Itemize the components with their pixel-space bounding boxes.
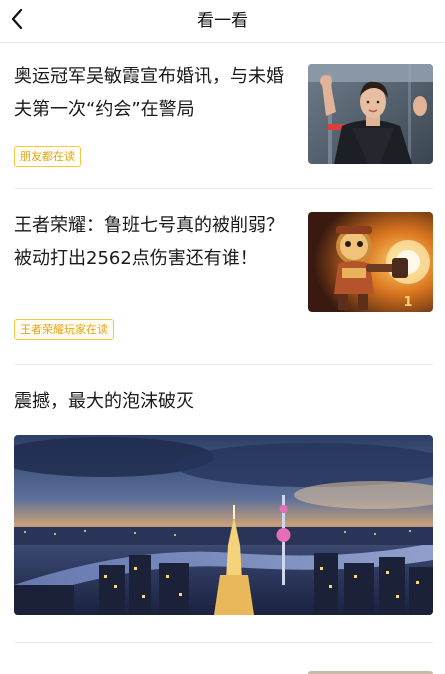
article-item[interactable]: 奥运冠军吴敏霞宣布婚讯，与未婚夫第一次“约会”在警局 朋友都在读 (0, 42, 445, 188)
article-title: 震撼，最大的泡沫破灭 (14, 391, 194, 412)
article-item[interactable] (0, 643, 445, 674)
nav-bar: 看一看 (0, 0, 445, 43)
svg-text:1: 1 (403, 295, 412, 310)
article-item[interactable]: 王者荣耀：鲁班七号真的被削弱？被动打出2562点伤害还有谁！ 王者荣耀玩家在读 (0, 189, 445, 364)
read-tag-badge: 王者荣耀玩家在读 (14, 319, 114, 340)
read-tag-badge: 朋友都在读 (14, 146, 81, 167)
article-cover-image (14, 435, 433, 615)
article-title: 王者荣耀：鲁班七号真的被削弱？被动打出2562点伤害还有谁！ (14, 215, 284, 269)
article-thumbnail (308, 64, 433, 164)
page-title: 看一看 (197, 11, 248, 31)
article-thumbnail: 1 (308, 212, 433, 312)
article-title: 奥运冠军吴敏霞宣布婚讯，与未婚夫第一次“约会”在警局 (14, 66, 284, 120)
